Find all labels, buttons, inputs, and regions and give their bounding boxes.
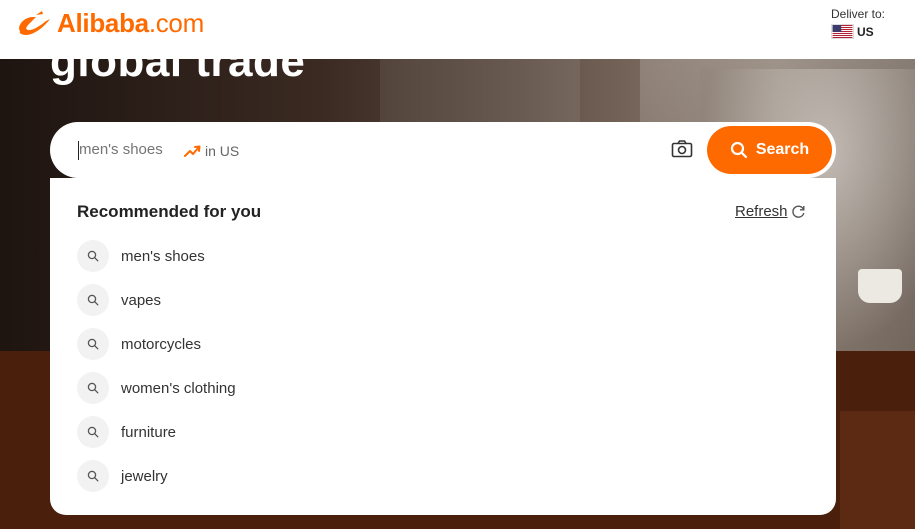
suggestion-label: furniture	[121, 423, 177, 441]
trend-location: in US	[205, 143, 240, 159]
search-suggestions-dropdown: Recommended for you Refresh men's shoes …	[50, 178, 836, 515]
deliver-country: US	[857, 24, 874, 39]
suggestion-label: vapes	[121, 291, 162, 309]
search-icon	[87, 250, 99, 262]
search-icon-badge	[77, 240, 109, 272]
search-button[interactable]: Search	[707, 126, 832, 174]
alibaba-logo[interactable]: Alibaba.com	[16, 8, 204, 39]
recommended-title: Recommended for you	[77, 202, 262, 221]
suggestion-item[interactable]: women's clothing	[77, 366, 797, 410]
suggestion-label: motorcycles	[121, 335, 202, 353]
logo-wordmark: Alibaba.com	[57, 8, 204, 38]
deliver-to-selector[interactable]: Deliver to: US	[831, 7, 885, 39]
suggestion-label: men's shoes	[121, 247, 205, 265]
search-input[interactable]	[79, 141, 179, 158]
suggestion-item[interactable]: furniture	[77, 410, 797, 454]
alibaba-logo-icon	[19, 10, 50, 35]
refresh-button[interactable]: Refresh	[735, 203, 806, 220]
suggestion-label: women's clothing	[121, 379, 236, 397]
search-icon-badge	[77, 416, 109, 448]
suggestion-item[interactable]: men's shoes	[77, 234, 797, 278]
trend-indicator: in US	[184, 143, 239, 159]
search-icon	[87, 382, 99, 394]
search-button-label: Search	[755, 141, 810, 158]
site-header: Alibaba.com Deliver to: US	[0, 0, 915, 59]
trending-up-icon	[184, 145, 201, 157]
search-icon-badge	[77, 328, 109, 360]
us-flag-icon	[831, 24, 854, 39]
search-icon	[87, 426, 99, 438]
suggestion-label: jewelry	[121, 467, 168, 485]
search-icon	[87, 470, 99, 482]
search-icon-badge	[77, 284, 109, 316]
background-card	[840, 411, 915, 529]
search-icon	[87, 338, 99, 350]
deliver-label: Deliver to:	[831, 7, 886, 21]
refresh-icon	[791, 205, 805, 218]
image-search-button[interactable]	[671, 139, 693, 159]
suggestion-item[interactable]: motorcycles	[77, 322, 797, 366]
search-icon-badge	[77, 460, 109, 492]
refresh-label: Refresh	[735, 203, 788, 220]
hero-cup-image	[858, 269, 902, 303]
suggestion-item[interactable]: jewelry	[77, 454, 797, 498]
suggestion-item[interactable]: vapes	[77, 278, 797, 322]
camera-icon	[671, 140, 693, 158]
search-icon	[730, 141, 747, 159]
search-icon	[87, 294, 99, 306]
hero-title: global trade	[50, 59, 306, 86]
search-icon-badge	[77, 372, 109, 404]
recommendation-list: men's shoes vapes motorcycles women's cl…	[77, 234, 797, 498]
